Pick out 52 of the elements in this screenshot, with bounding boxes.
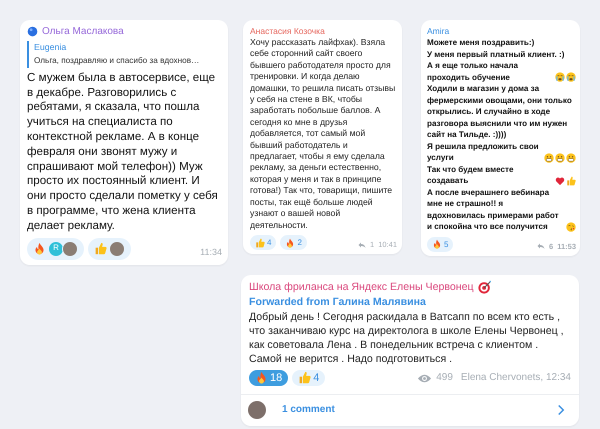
message-text: У меня первый платный клиент. :) xyxy=(427,48,564,60)
fire-icon xyxy=(255,371,268,384)
author-name: Ольга Маслакова xyxy=(42,25,124,39)
reply-icon xyxy=(537,242,546,250)
thumbs-up-icon xyxy=(566,176,576,186)
reaction-button[interactable]: 4 xyxy=(292,370,326,386)
message-time: 11:34 xyxy=(200,246,222,259)
message-text: Я решила предложить свои услуги xyxy=(427,140,540,164)
thumbs-up-icon xyxy=(94,242,107,256)
message-text: Хочу рассказать лайфхак). Взяла себе сторонний сайт своего бывшего работодателя просто для тренировки. И когда делаю домашки, то решила писать отзывы у себя на стене в ВК, чтобы заработать побольше баллов. А сегодня ко мне в друзья добавляется, тот самый мой бывший работодатель и предлагает, чтобы я ему сделала рекламу, за деньги естественно, которая у меня и так в принципе готова!) Так что, товарищи, пишите посты, так ещё больше людей узнают о вашей новой деятельности. xyxy=(250,37,396,231)
reaction-button[interactable]: 5 xyxy=(427,236,454,252)
message-text: Ходили в магазин у дома за фермерскими овощами, они только открылись. И случайно в ходе разговора выяснили что им нужен сайт на Тильде. :)))) xyxy=(427,83,573,140)
fire-icon xyxy=(285,238,296,248)
reaction-button[interactable] xyxy=(88,238,131,260)
grinning-face-icon xyxy=(544,152,554,162)
forwarded-from: Forwarded from Галина Малявина xyxy=(249,294,427,310)
quote-text: Ольга, поздравляю и спасибо за вдохнов… xyxy=(34,55,200,67)
avatar: R xyxy=(48,240,64,257)
reaction-button[interactable]: 18 xyxy=(249,370,288,386)
reply-quote[interactable]: Eugenia Ольга, поздравляю и спасибо за вдохнов… xyxy=(27,41,222,68)
reaction-button[interactable]: 4 xyxy=(250,234,276,250)
view-count: 499 xyxy=(436,371,453,386)
message-text: А я еще только начала проходить обучение xyxy=(427,60,520,83)
author-name: Анастасия Козочка xyxy=(250,26,325,37)
reaction-button[interactable]: R xyxy=(27,238,84,260)
author-name: Школа фриланса на Яндекс Елены Червонец xyxy=(249,280,474,295)
thumbs-up-icon xyxy=(255,238,265,248)
fire-icon xyxy=(432,239,442,250)
comments-link[interactable]: 1 comment xyxy=(241,394,579,426)
grinning-face-icon xyxy=(566,152,576,162)
message-text: Можете меня поздравить:) xyxy=(427,37,534,48)
message-text: Добрый день ! Сегодня раскидала в Ватсапп по всем кто есть , что заканчиваю курс на директолога в школе Елены Червонец , как советовала Лена . В понедельник встреча с клиентом . Самой не верится . Надо подготовиться . xyxy=(249,310,565,366)
heart-icon xyxy=(555,176,565,186)
message-time: Elena Chervonets, 12:34 xyxy=(460,371,571,386)
avatar-photo xyxy=(248,400,266,419)
fire-icon xyxy=(33,242,46,256)
thumbs-up-icon xyxy=(298,371,312,384)
message-text: А после вчерашнего вебинара мне не страшно!! я вдохновилась примерами работ и спокойна что все получится xyxy=(427,186,560,232)
message-text: С мужем была в автосервисе, еще в декабре. Разговорились с ребятами, я сказала, что пошла учиться на специалиста по контекстной рекламе. А в конце февраля они звонят мужу и спрашивают мой телефон)) Муж просто их постоянный клиент. И они просто сделали пометку у себя в программе, что жена клиента делает рекламу. xyxy=(27,70,219,234)
crying-face-icon xyxy=(566,72,576,82)
crying-face-icon xyxy=(555,72,565,82)
avatar-photo xyxy=(62,240,78,257)
reply-icon xyxy=(358,240,366,249)
reaction-button[interactable]: 2 xyxy=(280,234,307,250)
author-name: Amira xyxy=(427,26,450,37)
grinning-face-icon xyxy=(555,152,565,162)
message-text: Так что будем вместе создавать xyxy=(427,164,514,186)
avatar-photo xyxy=(109,240,125,257)
circle-icon xyxy=(27,26,38,37)
quote-author: Eugenia xyxy=(34,41,68,53)
dart-target-icon xyxy=(478,280,492,294)
kissing-face-icon xyxy=(566,222,576,232)
